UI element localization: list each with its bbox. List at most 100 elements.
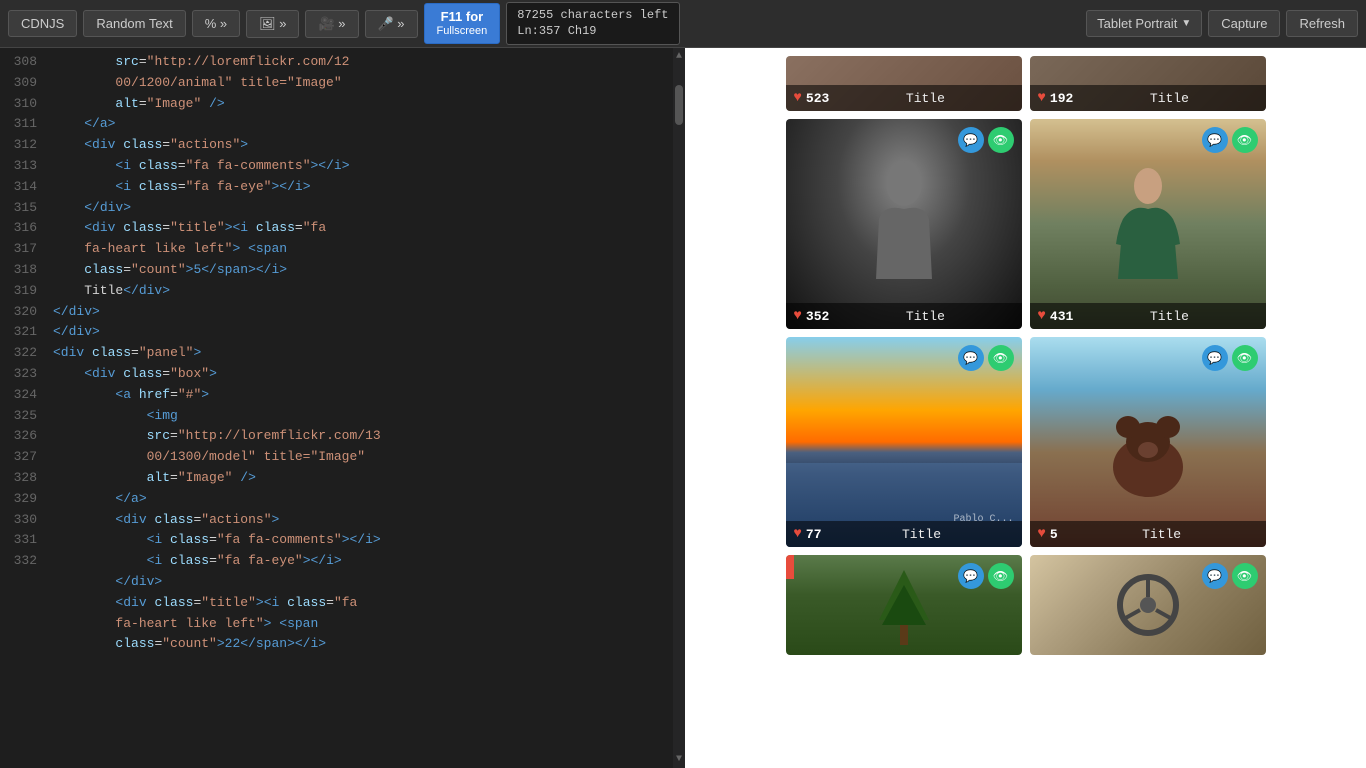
card-3[interactable]: 💬 👁 ♥ 352 Title [786,119,1022,329]
card-7-chat-icon[interactable]: 💬 [958,563,984,589]
card-4-count: 431 [1050,309,1073,324]
card-1[interactable]: ♥ 523 Title [786,56,1022,111]
mic-button[interactable]: 🎤 » [365,10,418,38]
code-line: src="http://loremflickr.com/12 [53,52,665,73]
code-line: <div class="panel"> [53,343,665,364]
card-3-eye-icon[interactable]: 👁 [988,127,1014,153]
code-line: <i class="fa fa-eye"></i> [53,177,665,198]
card-6-chat-icon[interactable]: 💬 [1202,345,1228,371]
code-line: <div class="title"><i class="fa [53,218,665,239]
card-8[interactable]: 💬 👁 [1030,555,1266,655]
card-8-chat-icon[interactable]: 💬 [1202,563,1228,589]
fullscreen-line2: Fullscreen [437,25,488,38]
code-line: fa-heart like left"> <span [53,239,665,260]
scroll-up[interactable]: ▲ [673,48,685,65]
code-line: 00/1300/model" title="Image" [53,447,665,468]
card-4-heart: ♥ [1038,308,1046,324]
card-2[interactable]: ♥ 192 Title [1030,56,1266,111]
capture-button[interactable]: Capture [1208,10,1280,37]
code-line: <div class="actions"> [53,510,665,531]
code-line: class="count">22</span></i> [53,634,665,655]
video-button[interactable]: 🎥 » [305,10,358,38]
card-7-top-icons: 💬 👁 [958,563,1014,589]
code-line: <i class="fa fa-comments"></i> [53,530,665,551]
card-3-count: 352 [806,309,829,324]
card-4-title: Title [1081,309,1257,324]
char-count-display: 87255 characters left Ln:357 Ch19 [506,2,679,45]
card-6[interactable]: 💬 👁 ♥ 5 Title [1030,337,1266,547]
toolbar: CDNJS Random Text % » 🖼 » 🎥 » 🎤 » F11 fo… [0,0,1366,48]
fullscreen-line1: F11 for [441,9,484,25]
card-3-heart: ♥ [794,308,802,324]
card-8-eye-icon[interactable]: 👁 [1232,563,1258,589]
code-line: fa-heart like left"> <span [53,614,665,635]
card-6-top-icons: 💬 👁 [1202,345,1258,371]
cdnjs-button[interactable]: CDNJS [8,10,77,37]
tablet-portrait-label: Tablet Portrait [1097,16,1177,31]
card-7-red-tag [786,555,794,579]
code-line: <div class="box"> [53,364,665,385]
card-6-eye-icon[interactable]: 👁 [1232,345,1258,371]
random-text-button[interactable]: Random Text [83,10,185,37]
code-line: </div> [53,198,665,219]
code-line: alt="Image" /> [53,468,665,489]
code-line: </div> [53,302,665,323]
card-3-bar: ♥ 352 Title [786,303,1022,329]
image-button[interactable]: 🖼 » [246,10,299,38]
card-2-count: 192 [1050,91,1073,106]
code-line: 00/1200/animal" title="Image" [53,73,665,94]
card-8-top-icons: 💬 👁 [1202,563,1258,589]
card-6-heart: ♥ [1038,526,1046,542]
code-line: class="count">5</span></i> [53,260,665,281]
card-1-bar: ♥ 523 Title [786,85,1022,111]
card-1-title: Title [837,91,1013,106]
card-2-bar: ♥ 192 Title [1030,85,1266,111]
main-area: 308 309 310 311 312 313 314 315 316 317 … [0,48,1366,768]
card-4-eye-icon[interactable]: 👁 [1232,127,1258,153]
card-5[interactable]: 💬 👁 Pablo C... ♥ 77 Title [786,337,1022,547]
card-5-bar: ♥ 77 Title [786,521,1022,547]
scroll-down[interactable]: ▼ [673,751,685,768]
card-7[interactable]: 💬 👁 [786,555,1022,655]
code-line: <div class="title"><i class="fa [53,593,665,614]
code-line: <img [53,406,665,427]
card-1-heart: ♥ [794,90,802,106]
tablet-portrait-button[interactable]: Tablet Portrait ▼ [1086,10,1202,37]
code-line: </div> [53,572,665,593]
fullscreen-button[interactable]: F11 for Fullscreen [424,3,501,44]
card-3-top-icons: 💬 👁 [958,127,1014,153]
code-line: Title</div> [53,281,665,302]
card-6-bar: ♥ 5 Title [1030,521,1266,547]
chars-left: 87255 characters left [517,8,668,24]
card-5-heart: ♥ [794,526,802,542]
cards-grid: ♥ 523 Title ♥ 192 Title [786,56,1266,655]
code-content[interactable]: src="http://loremflickr.com/12 00/1200/a… [45,48,673,768]
card-5-eye-icon[interactable]: 👁 [988,345,1014,371]
card-5-top-icons: 💬 👁 [958,345,1014,371]
preview-content: ♥ 523 Title ♥ 192 Title [685,48,1366,768]
card-3-chat-icon[interactable]: 💬 [958,127,984,153]
cursor-pos: Ln:357 Ch19 [517,24,668,40]
code-line: <i class="fa fa-comments"></i> [53,156,665,177]
code-scrollbar[interactable]: ▲ ▼ [673,48,685,768]
code-line: <a href="#"> [53,385,665,406]
card-5-count: 77 [806,527,822,542]
card-7-eye-icon[interactable]: 👁 [988,563,1014,589]
code-editor[interactable]: 308 309 310 311 312 313 314 315 316 317 … [0,48,685,768]
card-4-chat-icon[interactable]: 💬 [1202,127,1228,153]
card-4-top-icons: 💬 👁 [1202,127,1258,153]
card-6-count: 5 [1050,527,1058,542]
line-numbers: 308 309 310 311 312 313 314 315 316 317 … [0,48,45,768]
card-5-title: Title [830,527,1014,542]
code-line: </a> [53,489,665,510]
scroll-thumb[interactable] [675,85,683,125]
card-4[interactable]: 💬 👁 ♥ 431 Title [1030,119,1266,329]
card-5-chat-icon[interactable]: 💬 [958,345,984,371]
code-line: </div> [53,322,665,343]
tablet-portrait-arrow: ▼ [1181,18,1191,29]
refresh-button[interactable]: Refresh [1286,10,1358,37]
code-line: <div class="actions"> [53,135,665,156]
symbols-button[interactable]: % » [192,10,240,37]
code-line: </a> [53,114,665,135]
card-2-title: Title [1081,91,1257,106]
